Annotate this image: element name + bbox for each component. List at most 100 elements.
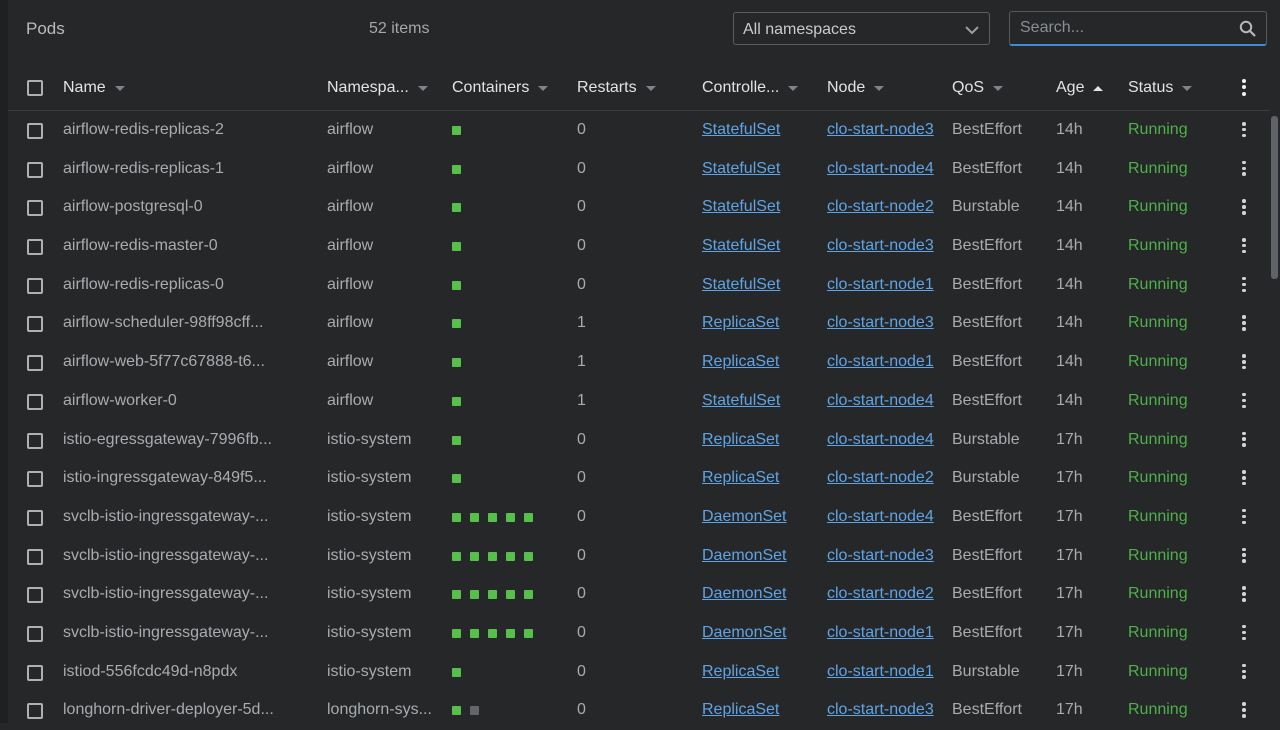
table-row[interactable]: longhorn-driver-deployer-5d... longhorn-s… [8,691,1270,730]
row-checkbox[interactable] [27,587,43,604]
pod-name[interactable]: svclb-istio-ingressgateway-... [63,624,313,642]
node-link[interactable]: clo-start-node3 [827,547,935,565]
row-menu-icon[interactable] [1236,276,1252,295]
column-header-node[interactable]: Node [827,79,885,97]
table-row[interactable]: airflow-worker-0 airflow 1 StatefulSet clo-s… [8,382,1270,421]
controller-link[interactable]: ReplicaSet [702,314,812,332]
row-checkbox[interactable] [27,200,43,217]
row-menu-icon[interactable] [1236,547,1252,566]
table-row[interactable]: airflow-redis-replicas-1 airflow 0 Stateful… [8,150,1270,189]
pod-name[interactable]: airflow-redis-replicas-1 [63,160,313,178]
row-menu-icon[interactable] [1236,392,1252,411]
row-menu-icon[interactable] [1236,702,1252,720]
row-menu-icon[interactable] [1236,431,1252,450]
controller-link[interactable]: DaemonSet [702,547,812,565]
pod-name[interactable]: svclb-istio-ingressgateway-... [63,585,313,603]
column-header-controller[interactable]: Controlle... [702,79,799,97]
node-link[interactable]: clo-start-node3 [827,314,935,332]
controller-link[interactable]: DaemonSet [702,508,812,526]
pod-name[interactable]: svclb-istio-ingressgateway-... [63,547,313,565]
pod-name[interactable]: istio-ingressgateway-849f5... [63,469,313,487]
controller-link[interactable]: StatefulSet [702,276,812,294]
node-link[interactable]: clo-start-node1 [827,276,935,294]
pod-name[interactable]: airflow-redis-master-0 [63,237,313,255]
pod-name[interactable]: istio-egressgateway-7996fb... [63,431,313,449]
controller-link[interactable]: ReplicaSet [702,701,812,719]
row-menu-icon[interactable] [1236,199,1252,217]
column-header-containers[interactable]: Containers [452,79,549,97]
row-menu-icon[interactable] [1236,624,1252,643]
column-menu-icon[interactable] [1236,79,1252,97]
row-checkbox[interactable] [27,664,43,681]
search-icon[interactable] [1239,20,1256,42]
column-header-name[interactable]: Name [63,79,125,97]
search-box[interactable] [1009,11,1267,46]
search-input[interactable] [1020,19,1230,37]
row-checkbox[interactable] [27,123,43,139]
node-link[interactable]: clo-start-node4 [827,508,935,526]
column-header-namespace[interactable]: Namespa... [327,79,428,97]
node-link[interactable]: clo-start-node4 [827,160,935,178]
row-checkbox[interactable] [27,277,43,294]
table-row[interactable]: airflow-postgresql-0 airflow 0 StatefulSet c… [8,188,1270,227]
table-row[interactable]: svclb-istio-ingressgateway-... istio-syst… [8,537,1270,576]
row-checkbox[interactable] [27,548,43,565]
row-menu-icon[interactable] [1236,508,1252,527]
row-checkbox[interactable] [27,625,43,642]
table-row[interactable]: istio-egressgateway-7996fb... istio-syste… [8,421,1270,460]
controller-link[interactable]: ReplicaSet [702,353,812,371]
table-row[interactable]: svclb-istio-ingressgateway-... istio-syst… [8,575,1270,614]
pod-name[interactable]: airflow-postgresql-0 [63,198,313,216]
pod-name[interactable]: airflow-redis-replicas-2 [63,121,313,139]
table-row[interactable]: airflow-redis-replicas-0 airflow 0 Stateful… [8,266,1270,305]
row-menu-icon[interactable] [1236,354,1252,372]
row-menu-icon[interactable] [1236,470,1252,488]
scrollbar-thumb[interactable] [1271,116,1278,279]
row-menu-icon[interactable] [1236,663,1252,682]
row-checkbox[interactable] [27,239,43,256]
node-link[interactable]: clo-start-node2 [827,585,935,603]
table-row[interactable]: svclb-istio-ingressgateway-... istio-syst… [8,498,1270,537]
node-link[interactable]: clo-start-node2 [827,198,935,216]
controller-link[interactable]: StatefulSet [702,237,812,255]
node-link[interactable]: clo-start-node4 [827,431,935,449]
node-link[interactable]: clo-start-node1 [827,663,935,681]
row-checkbox[interactable] [27,471,43,488]
pod-name[interactable]: istiod-556fcdc49d-n8pdx [63,663,313,681]
controller-link[interactable]: ReplicaSet [702,663,812,681]
row-menu-icon[interactable] [1236,122,1252,140]
row-checkbox[interactable] [27,703,43,720]
select-all-checkbox[interactable] [27,80,43,96]
node-link[interactable]: clo-start-node1 [827,624,935,642]
row-checkbox[interactable] [27,509,43,526]
row-menu-icon[interactable] [1236,160,1252,179]
node-link[interactable]: clo-start-node3 [827,237,935,255]
table-row[interactable]: airflow-redis-replicas-2 airflow 0 Stateful… [8,111,1270,150]
pod-name[interactable]: airflow-scheduler-98ff98cff... [63,314,313,332]
row-menu-icon[interactable] [1236,315,1252,333]
node-link[interactable]: clo-start-node3 [827,701,935,719]
namespace-select[interactable]: All namespaces [733,12,990,45]
pod-name[interactable]: airflow-web-5f77c67888-t6... [63,353,313,371]
row-checkbox[interactable] [27,393,43,410]
table-row[interactable]: svclb-istio-ingressgateway-... istio-syst… [8,614,1270,653]
controller-link[interactable]: StatefulSet [702,392,812,410]
column-header-status[interactable]: Status [1128,79,1193,97]
table-row[interactable]: istiod-556fcdc49d-n8pdx istio-system 0 Repl… [8,653,1270,692]
pod-name[interactable]: svclb-istio-ingressgateway-... [63,508,313,526]
controller-link[interactable]: ReplicaSet [702,469,812,487]
controller-link[interactable]: DaemonSet [702,585,812,603]
column-header-restarts[interactable]: Restarts [577,79,656,97]
controller-link[interactable]: StatefulSet [702,160,812,178]
row-menu-icon[interactable] [1236,586,1252,604]
controller-link[interactable]: StatefulSet [702,198,812,216]
column-header-qos[interactable]: QoS [952,79,1004,97]
table-row[interactable]: istio-ingressgateway-849f5... istio-syste… [8,459,1270,498]
table-row[interactable]: airflow-redis-master-0 airflow 0 StatefulSe… [8,227,1270,266]
controller-link[interactable]: StatefulSet [702,121,812,139]
table-row[interactable]: airflow-web-5f77c67888-t6... airflow 1 Repl… [8,343,1270,382]
pod-name[interactable]: airflow-redis-replicas-0 [63,276,313,294]
node-link[interactable]: clo-start-node1 [827,353,935,371]
node-link[interactable]: clo-start-node3 [827,121,935,139]
row-checkbox[interactable] [27,316,43,333]
